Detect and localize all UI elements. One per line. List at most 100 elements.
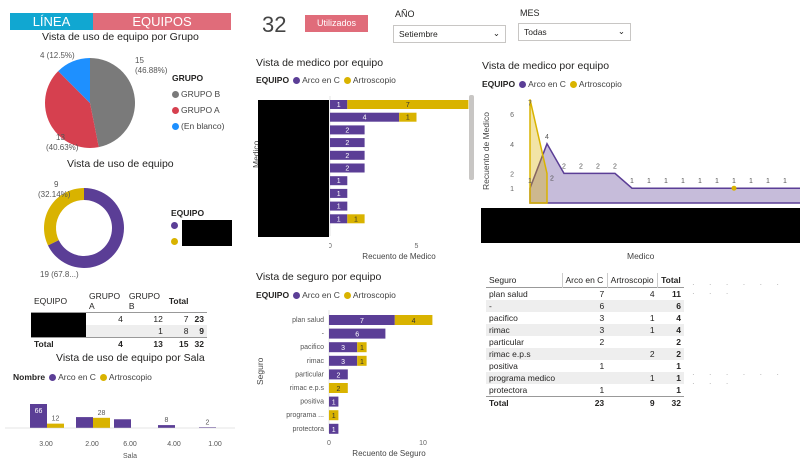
medico-xlabel: Recuento de Medico (362, 252, 436, 261)
donut-legend-swatch (171, 238, 178, 245)
pie-label-b1: 15 (135, 56, 144, 65)
sala-tick-label: 6.00 (123, 441, 137, 448)
donut-title: Vista de uso de equipo (67, 158, 174, 170)
medico-bar-label: 1 (406, 115, 410, 122)
table-cell: 1 (599, 361, 605, 371)
pie-legend-title: GRUPO (172, 73, 204, 83)
table-row[interactable]: particular 2 2 (486, 336, 684, 348)
seguro-tick-label: programa ... (286, 412, 324, 419)
area-tick-label: 4 (510, 142, 514, 149)
table-cell: 6 (599, 301, 605, 311)
table-cell: programa medico (489, 373, 556, 383)
table-cell: 4 (676, 313, 681, 323)
medico-bar-label: 2 (345, 127, 349, 134)
seguro-bar-label: 1 (332, 400, 336, 407)
sala-bar (114, 419, 131, 428)
sala-bar-label: 28 (98, 410, 106, 417)
table-row[interactable]: - 6 6 (486, 300, 684, 312)
pie-legend-item[interactable]: GRUPO B (172, 86, 224, 102)
medico-bar-label: 1 (337, 102, 341, 109)
seguro-bar-label: 7 (360, 318, 364, 325)
area-data-label: 1 (681, 178, 685, 185)
table-row[interactable]: pacifico 3 1 4 (486, 312, 684, 324)
table-cell: protectora (489, 385, 528, 395)
medico-bar-label: 1 (337, 204, 341, 211)
table-cell: - (489, 301, 492, 311)
medico-bar-label: 4 (363, 115, 367, 122)
table-cell: particular (489, 337, 524, 347)
medico-bar-label: 2 (345, 153, 349, 160)
table-cell (607, 384, 657, 397)
table-row[interactable]: positiva 1 1 (486, 360, 684, 372)
seguro-tick-label: 10 (419, 440, 427, 447)
chevron-down-icon: ⌄ (492, 28, 500, 38)
month-filter-label: MES (520, 8, 540, 18)
table-row[interactable]: programa medico 1 1 (486, 372, 684, 384)
table-cell: plan salud (489, 289, 528, 299)
scrollbar[interactable] (469, 95, 474, 180)
separator-dots: · · · · · · · · · (692, 370, 786, 388)
pie-legend-item[interactable]: (En blanco) (172, 118, 224, 134)
month-select[interactable]: Todas ⌄ (518, 23, 631, 41)
table-row: 4 12 7 23 (31, 312, 207, 338)
nav-equipos-tab[interactable]: EQUIPOS (93, 13, 231, 30)
table-cell: 4 (676, 325, 681, 335)
area-tick-label: 1 (510, 186, 514, 193)
area-data-label: 1 (749, 178, 753, 185)
col-header: GRUPO A (89, 291, 121, 311)
area-data-label: 2 (550, 175, 554, 182)
medico-bar-label: 2 (345, 166, 349, 173)
table-row[interactable]: protectora 1 1 (486, 384, 684, 397)
seguro-bar-label: 1 (360, 359, 364, 366)
donut-legend: EQUIPO (171, 208, 232, 246)
table-cell: 4 (649, 289, 655, 299)
table-cell: pacifico (489, 313, 518, 323)
seguro-tick-label: particular (295, 371, 324, 378)
year-select[interactable]: Setiembre ⌄ (393, 25, 506, 43)
seguro-bar-label: 6 (355, 332, 359, 339)
separator-dots: · · · · · · · · · (692, 280, 786, 298)
seguro-tick-label: rimac e.p.s (290, 385, 325, 392)
area-data-label: 4 (545, 134, 549, 141)
pie-slice (90, 58, 136, 148)
medico-bar-label: 1 (337, 191, 341, 198)
table-cell: 11 (672, 289, 681, 299)
area-data-label: 1 (528, 178, 532, 185)
table-cell: 1 (599, 385, 605, 395)
seguro-bar-label: 2 (336, 386, 340, 393)
table-row[interactable]: rimac e.p.s 2 2 (486, 348, 684, 360)
table-cell (607, 336, 657, 348)
sala-bar (76, 417, 93, 428)
seguro-bar-title: Vista de seguro por equipo (256, 271, 382, 283)
area-ylabel: Recuento de Medico (481, 112, 491, 190)
nav-linea-tab[interactable]: LÍNEA (10, 13, 93, 30)
area-legend: EQUIPO Arco en C Artroscopio (482, 79, 622, 89)
sala-title: Vista de uso de equipo por Sala (56, 352, 205, 364)
sala-bar (158, 425, 175, 428)
seguro-bar-chart: plan salud 7 4 - 6 pacifico 3 1 rimac 3 1 particula… (286, 310, 433, 458)
medico-bar-label: 7 (406, 102, 410, 109)
area-title: Vista de medico por equipo (482, 60, 610, 72)
sala-bar-label: 8 (165, 417, 169, 424)
year-filter-label: AÑO (395, 9, 415, 19)
seguro-bar-label: 2 (336, 372, 340, 379)
table-cell: positiva (489, 361, 518, 371)
donut-label-c: 19 (67.8...) (40, 270, 79, 279)
pie-title: Vista de uso de equipo por Grupo (42, 31, 199, 43)
donut-label-b: (32.14%) (38, 190, 71, 199)
area-data-label: 2 (562, 163, 566, 170)
seguro-tick-label: positiva (300, 399, 324, 406)
table-cell: 2 (649, 349, 655, 359)
pie-legend-item[interactable]: GRUPO A (172, 102, 224, 118)
medico-bar-title: Vista de medico por equipo (256, 57, 384, 69)
medico-bar-label: 1 (337, 178, 341, 185)
table-row[interactable]: rimac 3 1 4 (486, 324, 684, 336)
sala-bar-label: 2 (206, 419, 210, 426)
sala-tick-label: 1.00 (208, 441, 222, 448)
area-data-label: 1 (732, 178, 736, 185)
table-cell: 2 (676, 349, 681, 359)
table-cell (607, 300, 657, 312)
table-row[interactable]: plan salud 7 4 11 (486, 288, 684, 301)
area-tick-label: 2 (510, 171, 514, 178)
seguro-bar-label: 1 (332, 413, 336, 420)
